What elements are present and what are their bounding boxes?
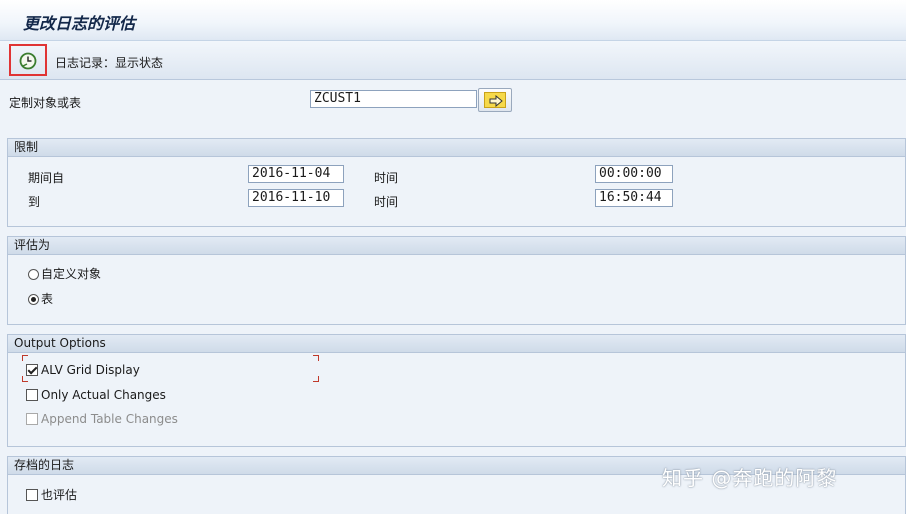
from-date-input[interactable]: 2016-11-04 [248,165,344,183]
to-date-input[interactable]: 2016-11-10 [248,189,344,207]
watermark: 知乎 @奔跑的阿黎 [662,466,838,490]
restrictions-header: 限制 [8,139,905,157]
execute-label: 日志记录：显示状态 [55,56,164,70]
title-bar: 更改日志的评估 [0,0,906,41]
checkbox-append-table: Append Table Changes [26,412,178,426]
execute-clock-icon [19,52,37,70]
to-time-input[interactable]: 16:50:44 [595,189,673,207]
execute-button[interactable] [9,44,47,76]
radio-table-label: 表 [41,292,54,306]
evaluate-as-group: 评估为 自定义对象 表 [7,236,906,325]
focus-corner [22,355,28,361]
window-title: 更改日志的评估 [23,14,136,33]
from-time-label: 时间 [374,171,399,185]
checkbox-indicator[interactable] [26,389,38,401]
checkbox-indicator[interactable] [26,489,38,501]
checkbox-indicator-checked[interactable] [26,364,38,376]
application-toolbar: 日志记录：显示状态 [0,41,906,80]
evaluate-as-header: 评估为 [8,237,905,255]
focus-corner [313,376,319,382]
from-time-input[interactable]: 00:00:00 [595,165,673,183]
multiple-selection-arrow-icon [484,92,506,108]
restrictions-group: 限制 期间自 2016-11-04 时间 00:00:00 到 2016-11-… [7,138,906,227]
output-options-header: Output Options [8,335,905,353]
to-label: 到 [28,195,41,209]
radio-table[interactable]: 表 [28,290,53,307]
radio-indicator-selected[interactable] [28,294,39,305]
actual-changes-label: Only Actual Changes [41,388,166,402]
object-input[interactable]: ZCUST1 [310,90,477,108]
alv-grid-label: ALV Grid Display [41,363,140,377]
to-time-label: 时间 [374,195,399,209]
append-table-label: Append Table Changes [41,412,178,426]
period-from-label: 期间自 [28,171,65,185]
focus-corner [313,355,319,361]
checkbox-actual-changes[interactable]: Only Actual Changes [26,388,166,402]
object-label: 定制对象或表 [9,96,82,110]
also-evaluate-label: 也评估 [41,488,78,502]
radio-indicator[interactable] [28,269,39,280]
multiple-selection-button[interactable] [478,88,512,112]
checkbox-alv-grid[interactable]: ALV Grid Display [26,363,140,377]
radio-custom-object-label: 自定义对象 [41,267,102,281]
output-options-group: Output Options ALV Grid Display Only Act… [7,334,906,447]
radio-custom-object[interactable]: 自定义对象 [28,265,101,282]
checkbox-indicator-disabled [26,413,38,425]
checkbox-also-evaluate[interactable]: 也评估 [26,486,77,503]
